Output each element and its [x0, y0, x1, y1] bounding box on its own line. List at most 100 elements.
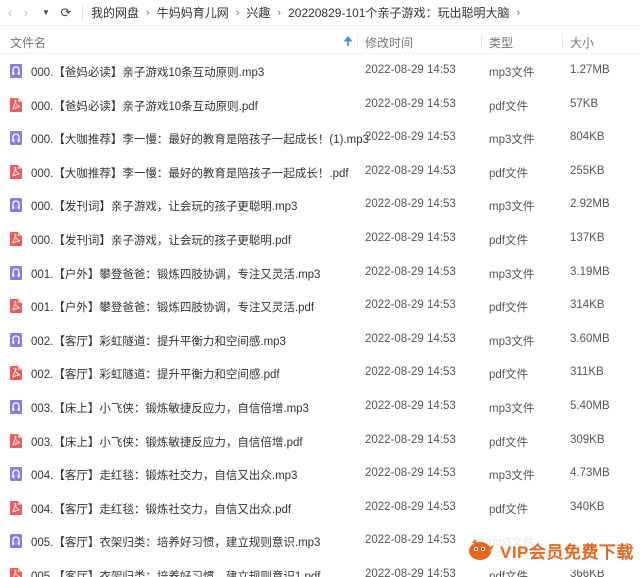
file-size: 255KB	[570, 164, 605, 177]
file-name: 000.【大咖推荐】李一慢：最好的教育是陪孩子一起成长！(1).mp3	[31, 134, 370, 147]
file-row[interactable]: 000.【发刊词】亲子游戏，让会玩的孩子更聪明.mp3 2022-08-29 14…	[0, 188, 640, 222]
file-name: 002.【客厅】彩虹隧道：提升平衡力和空间感.pdf	[31, 369, 280, 382]
file-name: 005.【客厅】衣架归类：培养好习惯，建立规则意识.mp3	[31, 537, 321, 550]
file-name: 000.【发刊词】亲子游戏，让会玩的孩子更聪明.pdf	[31, 234, 292, 247]
file-modified-time: 2022-08-29 14:53	[365, 231, 456, 244]
pdf-file-icon	[9, 298, 23, 314]
column-divider[interactable]	[562, 34, 563, 48]
breadcrumb-separator-icon: ›	[277, 6, 282, 19]
breadcrumb-item-interest[interactable]: 兴趣	[246, 4, 270, 21]
file-modified-time: 2022-08-29 14:53	[365, 198, 456, 211]
file-name: 003.【床上】小飞侠：锻炼敏捷反应力，自信倍增.pdf	[31, 436, 303, 449]
file-row[interactable]: 000.【大咖推荐】李一慢：最好的教育是陪孩子一起成长！(1).mp3 2022-…	[0, 121, 640, 155]
column-divider[interactable]	[481, 34, 482, 48]
file-modified-time: 2022-08-29 14:53	[365, 265, 456, 278]
pdf-file-icon	[9, 567, 23, 577]
divider	[82, 5, 83, 20]
bird-logo-icon	[466, 535, 496, 565]
file-modified-time: 2022-08-29 14:53	[365, 97, 456, 110]
file-modified-time: 2022-08-29 14:53	[365, 332, 456, 345]
breadcrumb: 我的网盘 › 牛妈妈育儿网 › 兴趣 › 20220829-101个亲子游戏：玩…	[91, 4, 527, 21]
file-name: 001.【户外】攀登爸爸：锻炼四肢协调，专注又灵活.pdf	[31, 302, 315, 315]
watermark-text: VIP会员免费下载	[500, 542, 634, 562]
file-modified-time: 2022-08-29 14:53	[365, 164, 456, 177]
file-size: 4.73MB	[570, 467, 610, 480]
file-modified-time: 2022-08-29 14:53	[365, 366, 456, 379]
file-name: 004.【客厅】走红毯：锻炼社交力，自信又出众.pdf	[31, 503, 292, 516]
arrow-up-icon[interactable]: 🠉	[343, 32, 353, 53]
file-row[interactable]: 002.【客厅】彩虹隧道：提升平衡力和空间感.mp3 2022-08-29 14:…	[0, 323, 640, 357]
file-name: 005.【客厅】衣架归类：培养好习惯，建立规则意识1.pdf	[31, 570, 321, 577]
file-type: mp3文件	[489, 201, 535, 214]
file-name: 004.【客厅】走红毯：锻炼社交力，自信又出众.mp3	[31, 470, 298, 483]
column-header-modified[interactable]: 修改时间	[365, 34, 413, 51]
file-type: mp3文件	[489, 335, 535, 348]
file-modified-time: 2022-08-29 14:53	[365, 500, 456, 513]
file-modified-time: 2022-08-29 14:53	[365, 567, 456, 577]
caret-down-icon[interactable]: ▼	[38, 3, 54, 23]
file-size: 340KB	[570, 500, 605, 513]
file-type: mp3文件	[489, 268, 535, 281]
file-row[interactable]: 003.【床上】小飞侠：锻炼敏捷反应力，自信倍增.pdf 2022-08-29 1…	[0, 424, 640, 458]
pdf-file-icon	[9, 365, 23, 381]
file-size: 311KB	[570, 366, 604, 379]
audio-file-icon	[9, 63, 23, 79]
file-name: 000.【爸妈必读】亲子游戏10条互动原则.pdf	[31, 100, 258, 113]
file-size: 314KB	[570, 299, 605, 312]
file-list: 000.【爸妈必读】亲子游戏10条互动原则.mp3 2022-08-29 14:5…	[0, 54, 640, 577]
file-size: 309KB	[570, 433, 605, 446]
column-header-size[interactable]: 大小	[570, 34, 594, 51]
file-size: 804KB	[570, 131, 605, 144]
audio-file-icon	[9, 332, 23, 348]
file-type: mp3文件	[489, 402, 535, 415]
column-header-type[interactable]: 类型	[489, 34, 513, 51]
file-type: pdf文件	[489, 302, 528, 315]
watermark: VIP会员免费下载	[466, 530, 636, 570]
file-type: pdf文件	[489, 234, 528, 247]
file-modified-time: 2022-08-29 14:53	[365, 64, 456, 76]
file-row[interactable]: 004.【客厅】走红毯：锻炼社交力，自信又出众.mp3 2022-08-29 14…	[0, 457, 640, 491]
file-row[interactable]: 000.【爸妈必读】亲子游戏10条互动原则.mp3 2022-08-29 14:5…	[0, 54, 640, 88]
refresh-icon[interactable]: ⟳	[58, 3, 74, 23]
file-type: pdf文件	[489, 503, 528, 516]
file-row[interactable]: 004.【客厅】走红毯：锻炼社交力，自信又出众.pdf 2022-08-29 14…	[0, 491, 640, 525]
chevron-left-icon[interactable]: ‹	[2, 3, 18, 23]
file-modified-time: 2022-08-29 14:53	[365, 433, 456, 446]
file-type: pdf文件	[489, 100, 528, 113]
pdf-file-icon	[9, 500, 23, 516]
file-name: 001.【户外】攀登爸爸：锻炼四肢协调，专注又灵活.mp3	[31, 268, 321, 281]
file-type: mp3文件	[489, 134, 535, 147]
breadcrumb-separator-icon: ›	[235, 6, 240, 19]
audio-file-icon	[9, 399, 23, 415]
chevron-right-icon[interactable]: ›	[18, 3, 34, 23]
file-type: mp3文件	[489, 470, 535, 483]
file-modified-time: 2022-08-29 14:53	[365, 299, 456, 312]
audio-file-icon	[9, 533, 23, 549]
file-modified-time: 2022-08-29 14:53	[365, 131, 456, 144]
file-name: 000.【大咖推荐】李一慢：最好的教育是陪孩子一起成长！.pdf	[31, 167, 349, 180]
file-row[interactable]: 000.【大咖推荐】李一慢：最好的教育是陪孩子一起成长！.pdf 2022-08-…	[0, 155, 640, 189]
pdf-file-icon	[9, 231, 23, 247]
file-row[interactable]: 001.【户外】攀登爸爸：锻炼四肢协调，专注又灵活.mp3 2022-08-29 …	[0, 256, 640, 290]
file-row[interactable]: 000.【爸妈必读】亲子游戏10条互动原则.pdf 2022-08-29 14:5…	[0, 88, 640, 122]
file-size: 3.60MB	[570, 332, 610, 345]
file-row[interactable]: 001.【户外】攀登爸爸：锻炼四肢协调，专注又灵活.pdf 2022-08-29 …	[0, 289, 640, 323]
column-header-name[interactable]: 文件名	[10, 34, 46, 51]
column-divider[interactable]	[357, 34, 358, 48]
column-header-row: 文件名 🠉 修改时间 类型 大小	[0, 28, 640, 54]
breadcrumb-item-current-folder[interactable]: 20220829-101个亲子游戏：玩出聪明大脑	[288, 4, 509, 21]
breadcrumb-item-site[interactable]: 牛妈妈育儿网	[157, 4, 229, 21]
pdf-file-icon	[9, 433, 23, 449]
file-name: 000.【发刊词】亲子游戏，让会玩的孩子更聪明.mp3	[31, 201, 298, 214]
audio-file-icon	[9, 466, 23, 482]
file-row[interactable]: 003.【床上】小飞侠：锻炼敏捷反应力，自信倍增.mp3 2022-08-29 1…	[0, 390, 640, 424]
file-row[interactable]: 000.【发刊词】亲子游戏，让会玩的孩子更聪明.pdf 2022-08-29 14…	[0, 222, 640, 256]
file-row[interactable]: 002.【客厅】彩虹隧道：提升平衡力和空间感.pdf 2022-08-29 14:…	[0, 356, 640, 390]
breadcrumb-separator-icon: ›	[146, 6, 150, 19]
pdf-file-icon	[9, 97, 23, 113]
file-size: 57KB	[570, 97, 599, 110]
pdf-file-icon	[9, 164, 23, 180]
file-type: pdf文件	[489, 369, 528, 382]
file-modified-time: 2022-08-29 14:53	[365, 467, 456, 480]
breadcrumb-item-my-drive[interactable]: 我的网盘	[91, 4, 139, 21]
